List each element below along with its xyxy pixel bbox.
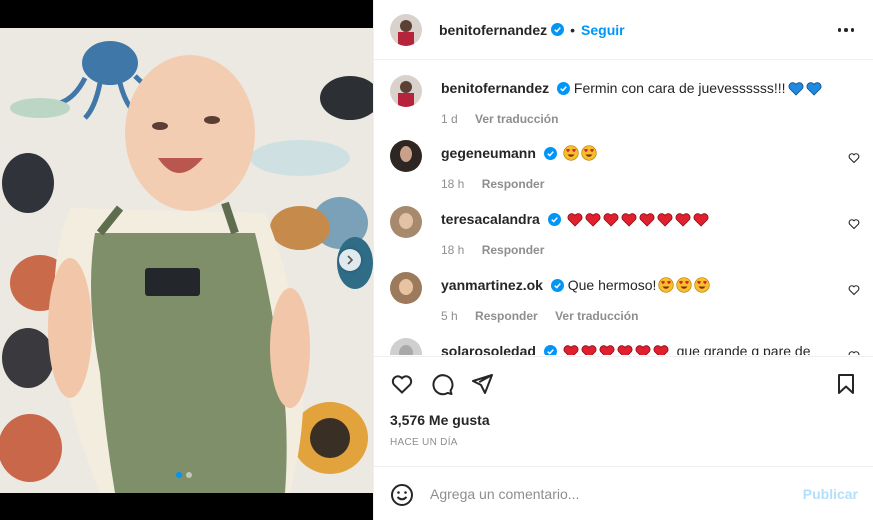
red-heart-icon	[653, 345, 669, 355]
author-avatar[interactable]	[390, 13, 422, 46]
post-date[interactable]: HACE UN DÍA	[390, 437, 458, 448]
heart-eyes-icon	[694, 277, 711, 297]
likes-count[interactable]: 3,576 Me gusta	[390, 412, 490, 428]
red-heart-icon	[563, 345, 579, 355]
avatar[interactable]	[390, 272, 422, 304]
like-heart-icon[interactable]	[390, 372, 414, 396]
avatar[interactable]	[390, 338, 422, 355]
author-username[interactable]: benitofernandez	[439, 22, 547, 38]
translate-link[interactable]: Ver traducción	[475, 112, 558, 126]
red-heart-icon	[693, 213, 709, 231]
comment-username[interactable]: solarosoledad	[441, 343, 536, 355]
comment-emojis	[561, 145, 597, 161]
red-heart-icon	[621, 213, 637, 231]
more-options-icon[interactable]	[836, 20, 856, 40]
chevron-right-icon	[347, 255, 354, 265]
caption-text: Fermin con cara de juevessssss!!!	[573, 80, 786, 96]
save-bookmark-icon[interactable]	[834, 372, 858, 396]
comment-username[interactable]: gegeneumann	[441, 145, 536, 161]
comment-username[interactable]: yanmartinez.ok	[441, 277, 543, 293]
reply-button[interactable]: Responder	[475, 309, 538, 323]
avatar[interactable]	[390, 140, 422, 172]
comment-username[interactable]: teresacalandra	[441, 211, 540, 227]
red-heart-icon	[675, 213, 691, 231]
comment-text: Que hermoso!	[567, 277, 657, 293]
like-comment-icon[interactable]	[848, 152, 860, 164]
heart-eyes-icon	[563, 145, 579, 165]
blue-heart-icon	[806, 82, 822, 100]
verified-badge-icon	[547, 213, 561, 226]
comments-list: benitofernandez Fermin con cara de jueve…	[374, 61, 873, 355]
caption-time[interactable]: 1 d	[441, 112, 458, 126]
comment-time[interactable]: 18 h	[441, 243, 464, 257]
follow-button[interactable]: Seguir	[581, 22, 625, 38]
post-actions	[374, 356, 873, 418]
avatar[interactable]	[390, 206, 422, 238]
red-heart-icon	[603, 213, 619, 231]
reply-button[interactable]: Responder	[482, 243, 545, 257]
post-panel: benitofernandez • Seguir benitofernandez…	[373, 0, 873, 520]
post-media	[0, 0, 373, 520]
comment-time[interactable]: 18 h	[441, 177, 464, 191]
carousel-dots	[176, 472, 192, 478]
verified-badge-icon	[551, 23, 565, 36]
like-comment-icon[interactable]	[848, 350, 860, 355]
red-heart-icon	[635, 345, 651, 355]
instagram-post-modal: benitofernandez • Seguir benitofernandez…	[0, 0, 873, 520]
translate-link[interactable]: Ver traducción	[555, 309, 638, 323]
verified-badge-icon	[557, 82, 571, 95]
red-heart-icon	[617, 345, 633, 355]
red-heart-icon	[585, 213, 601, 231]
like-comment-icon[interactable]	[848, 284, 860, 296]
red-heart-icon	[581, 345, 597, 355]
blue-heart-icon	[788, 82, 804, 100]
carousel-dot-active	[176, 472, 182, 478]
heart-eyes-icon	[658, 277, 675, 297]
next-image-button[interactable]	[339, 249, 361, 271]
red-heart-icon	[599, 345, 615, 355]
comment-emojis	[656, 277, 711, 293]
share-send-icon[interactable]	[470, 372, 494, 396]
comment-bubble-icon[interactable]	[430, 372, 454, 396]
post-header: benitofernandez • Seguir	[374, 0, 873, 60]
emoji-smiley-icon[interactable]	[390, 483, 414, 507]
caption-username[interactable]: benitofernandez	[441, 80, 549, 96]
heart-eyes-icon	[581, 145, 597, 165]
post-photo[interactable]	[0, 28, 373, 493]
red-heart-icon	[639, 213, 655, 231]
comment-time[interactable]: 5 h	[441, 309, 458, 323]
comment-composer: Publicar	[374, 466, 873, 520]
verified-badge-icon	[550, 279, 564, 292]
red-heart-icon	[657, 213, 673, 231]
verified-badge-icon	[543, 345, 557, 355]
red-heart-icon	[567, 213, 583, 231]
comment-emojis	[561, 343, 669, 355]
avatar[interactable]	[390, 75, 422, 107]
comment-text: que grande q pare de	[676, 343, 811, 355]
carousel-dot	[186, 472, 192, 478]
heart-eyes-icon	[676, 277, 693, 297]
reply-button[interactable]: Responder	[482, 177, 545, 191]
header-separator: •	[570, 21, 576, 38]
publish-button[interactable]: Publicar	[803, 486, 858, 502]
verified-badge-icon	[543, 147, 557, 160]
comment-emojis	[565, 211, 709, 227]
comment-input[interactable]	[430, 486, 790, 502]
like-comment-icon[interactable]	[848, 218, 860, 230]
